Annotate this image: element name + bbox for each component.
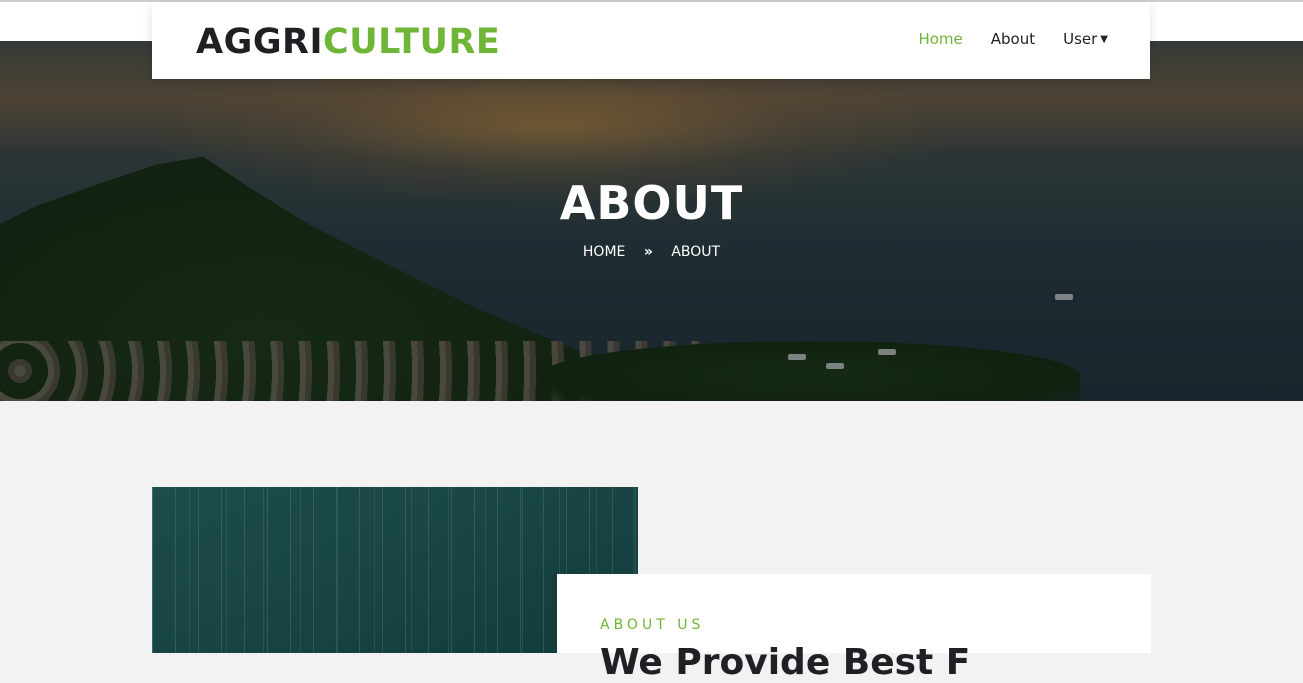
caret-down-icon: ▼ [1100,34,1108,45]
logo-text-part2: CULTURE [323,22,501,62]
logo-text-part1: AGGRI [196,22,324,62]
nav-user-label: User [1063,30,1098,48]
about-card: ABOUT US We Provide Best F [557,574,1151,683]
nav-menu: Home About User ▼ [918,30,1108,48]
nav-home[interactable]: Home [918,30,962,48]
navbar: AGGRICULTURE Home About User ▼ [152,2,1150,79]
page-title: ABOUT [559,176,744,230]
about-heading: We Provide Best F [600,642,971,683]
nav-about[interactable]: About [991,30,1035,48]
about-label: ABOUT US [600,617,705,633]
nav-user-dropdown[interactable]: User ▼ [1063,30,1108,48]
breadcrumb: HOME » ABOUT [0,244,1303,260]
chevron-double-right-icon: » [643,244,653,260]
breadcrumb-home-link[interactable]: HOME [583,244,625,260]
site-logo[interactable]: AGGRICULTURE [196,22,500,62]
breadcrumb-current: ABOUT [671,244,721,260]
